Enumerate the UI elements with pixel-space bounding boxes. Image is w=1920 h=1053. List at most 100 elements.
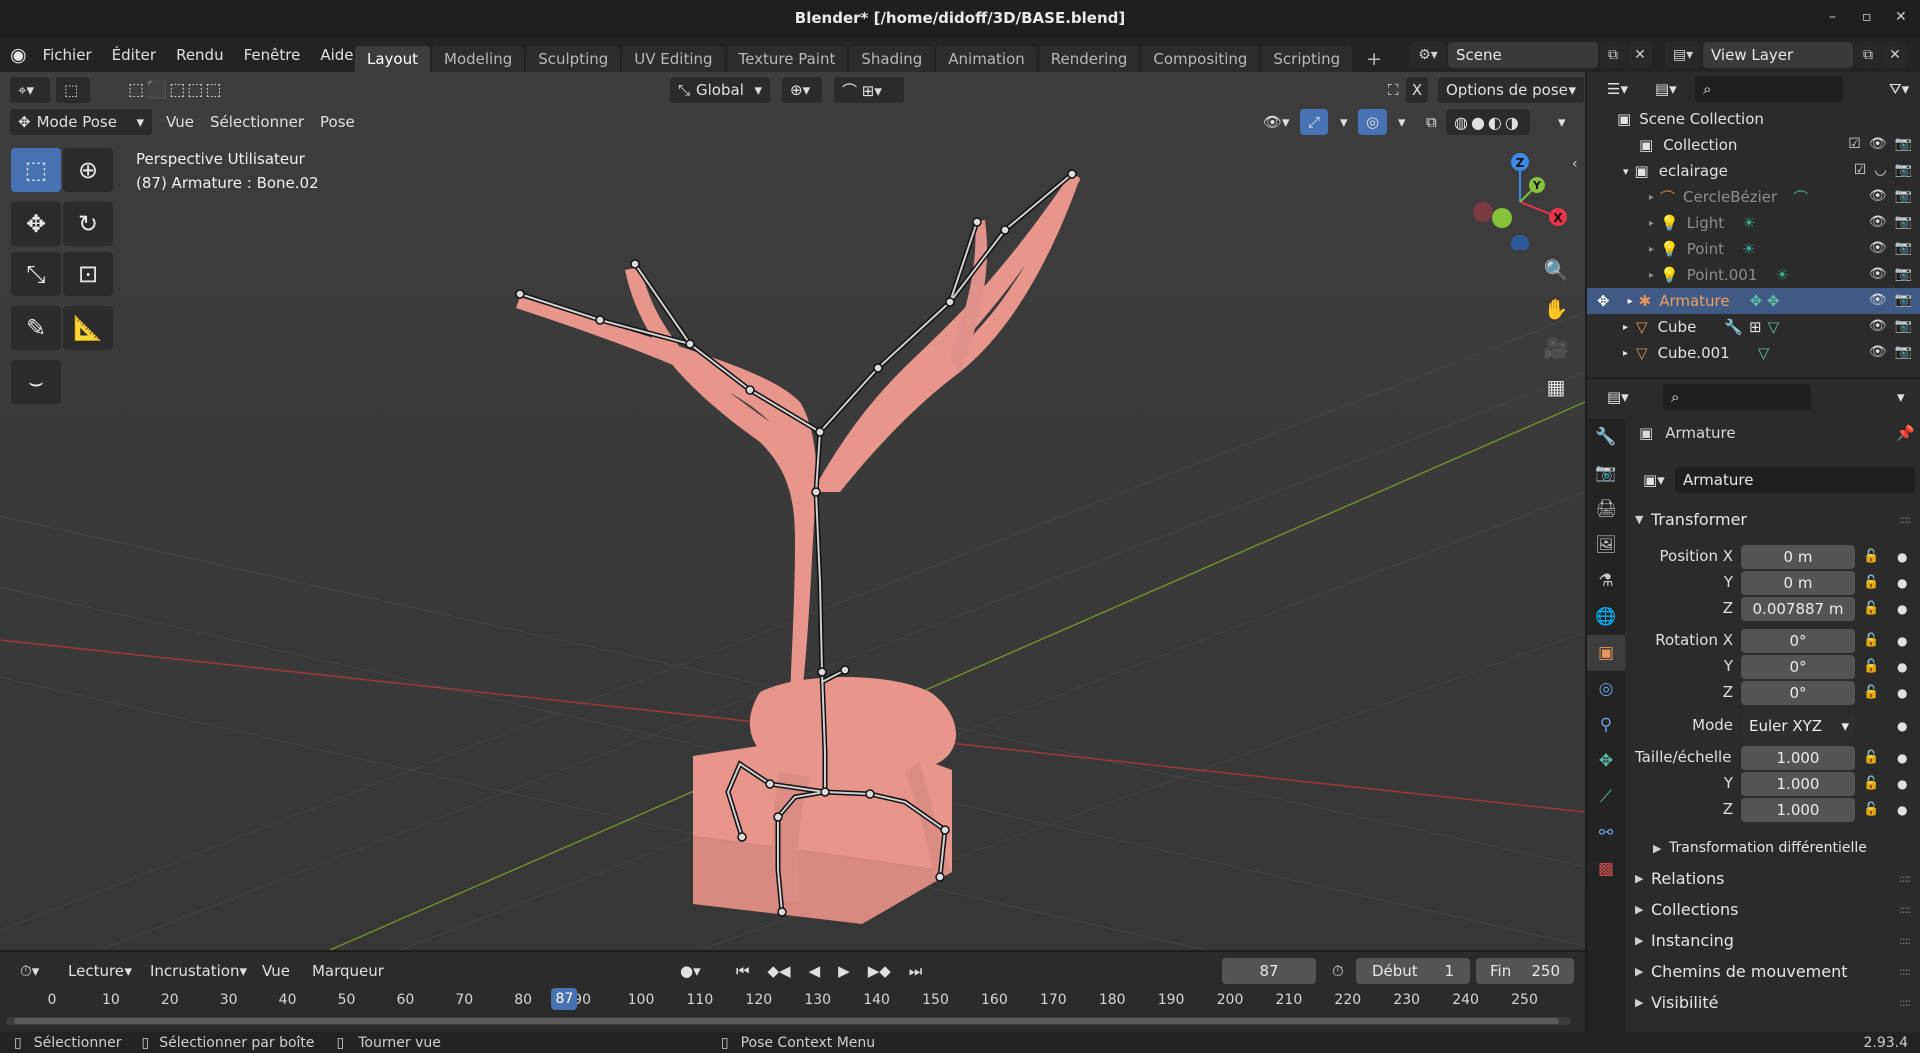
outliner-item-point[interactable]: ▸ 💡 Point ☀ 👁 📷 [1587,236,1920,262]
camera-render-icon[interactable]: 📷 [1895,162,1912,178]
light-data-icon[interactable]: ☀ [1775,266,1788,284]
lock-icon[interactable]: 🔓 [1863,659,1879,674]
tab-animation[interactable]: Animation [936,46,1037,72]
properties-options-icon[interactable]: ▾ [1889,384,1919,410]
camera-render-icon[interactable]: 📷 [1895,240,1912,256]
outliner-item-cube-001[interactable]: ▸ ▽ Cube.001 ▽ 👁 📷 [1587,340,1920,366]
position-z-field[interactable]: 0.007887 m [1741,597,1855,621]
keyframe-dot-icon[interactable]: ● [1897,777,1907,791]
scale-tool-icon[interactable]: ⤡ [11,252,61,296]
drag-handle-icon[interactable]: :::: [1899,996,1911,1009]
drag-handle-icon[interactable]: :::: [1899,903,1911,916]
eye-icon[interactable]: 👁 [1869,214,1887,230]
viewport-scene[interactable] [0,72,1585,950]
sidebar-toggle-icon[interactable]: ‹ [1572,156,1578,172]
scene-copy-icon[interactable]: ⧉ [1600,42,1626,68]
chevron-right-icon[interactable]: ▸ [1649,270,1654,281]
annotate-tool-icon[interactable]: ✎ [11,306,61,350]
lock-icon[interactable]: 🔓 [1863,549,1879,564]
zoom-icon[interactable]: 🔍 [1538,252,1574,288]
lock-icon[interactable]: 🔓 [1863,575,1879,590]
camera-render-icon[interactable]: 📷 [1895,318,1912,334]
chevron-right-icon[interactable]: ▸ [1649,192,1654,203]
scene-delete-icon[interactable]: ✕ [1628,42,1652,68]
rotation-z-field[interactable]: 0° [1741,681,1855,705]
pin-icon[interactable]: 📌 [1896,424,1915,442]
eye-icon[interactable]: 👁 [1869,266,1887,282]
light-data-icon[interactable]: ☀ [1742,240,1755,258]
outliner-editor[interactable]: ☰▾ ▤▾ ⌕ ⛛▾ ▣ Scene Collection ▣ Collecti… [1587,72,1920,377]
mesh-data-icon[interactable]: ▽ [1768,318,1780,336]
pose-mode-icon[interactable]: ✥ [1597,292,1610,310]
tab-scripting[interactable]: Scripting [1261,46,1353,72]
overlays-toggle-icon[interactable]: ◎ [1358,109,1388,135]
view-layer-browse-icon[interactable]: ▤▾ [1665,42,1701,68]
checkbox-icon[interactable]: ☑ [1848,136,1861,152]
vertex-groups-icon[interactable]: ⊞ [1749,318,1762,336]
eye-icon[interactable]: 👁 [1869,318,1887,334]
keyframe-dot-icon[interactable]: ● [1897,660,1907,674]
eye-icon[interactable]: 👁 [1869,292,1887,308]
xray-armature-icon[interactable]: ⛶ [1380,77,1407,103]
menu-vue[interactable]: Vue [158,109,202,135]
view-layer-delete-icon[interactable]: ✕ [1883,42,1907,68]
keyframe-dot-icon[interactable]: ● [1897,719,1907,733]
rotate-tool-icon[interactable]: ↻ [63,202,113,246]
view-layer-tab-icon[interactable]: 🖼 [1587,527,1625,563]
position-y-field[interactable]: 0 m [1741,571,1855,595]
menu-editer[interactable]: Éditer [102,38,166,72]
panel-motion-paths-header[interactable]: ▶ Chemins de mouvement [1635,957,1848,985]
outliner-editor-type-icon[interactable]: ☰▾ [1599,76,1639,102]
lock-icon[interactable]: 🔓 [1863,685,1879,700]
shading-modes[interactable]: ◍●◐◑ [1446,109,1530,135]
outliner-item-collection[interactable]: ▣ Collection ☑ 👁 📷 [1587,132,1920,158]
chevron-down-icon[interactable]: ▾ [1623,165,1629,178]
tool-tab-icon[interactable]: 🔧 [1587,419,1625,455]
scale-z-field[interactable]: 1.000 [1741,798,1855,822]
drag-handle-icon[interactable]: :::: [1899,513,1911,526]
rotation-mode-dropdown[interactable]: Euler XYZ ▾ [1741,714,1855,738]
chevron-right-icon[interactable]: ▸ [1623,322,1628,333]
select-box-modes-icon[interactable]: ⬚⬛⬚⬚⬚ [120,77,231,103]
tab-modeling[interactable]: Modeling [432,46,525,72]
outliner-item-cerclebezier[interactable]: ▸ ⌒ CercleBézier ⌒ 👁 📷 [1587,184,1920,210]
pose-data-icon[interactable]: ✥ ✥ [1750,292,1780,310]
camera-render-icon[interactable]: 📷 [1895,188,1912,204]
eye-icon[interactable]: 👁 [1869,188,1887,204]
visibility-icon[interactable]: 👁▾ [1255,109,1298,135]
outliner-search-input[interactable]: ⌕ [1695,76,1843,102]
panel-relations-header[interactable]: ▶ Relations [1635,864,1724,892]
eye-icon[interactable]: 👁 [1869,136,1887,152]
editor-type-icon[interactable]: ⌖▾ [10,77,50,103]
lock-icon[interactable]: 🔓 [1863,633,1879,648]
keyframe-dot-icon[interactable]: ● [1897,602,1907,616]
scale-x-field[interactable]: 1.000 [1741,746,1855,770]
render-tab-icon[interactable]: 📷 [1587,455,1625,491]
keyframe-dot-icon[interactable]: ● [1897,751,1907,765]
minimize-button[interactable]: – [1829,9,1836,25]
menu-pose[interactable]: Pose [312,109,363,135]
rotation-y-field[interactable]: 0° [1741,655,1855,679]
blender-logo-icon[interactable]: ◉ [10,44,27,66]
object-browse-icon[interactable]: ▣▾ [1635,467,1671,493]
chevron-down-icon[interactable]: ▾ [1390,109,1414,135]
eye-hidden-icon[interactable]: ◡ [1874,162,1886,178]
select-mode-icon[interactable]: ⬚ [56,77,90,103]
properties-editor-type-icon[interactable]: ▤▾ [1599,384,1639,410]
eye-icon[interactable]: 👁 [1869,240,1887,256]
scene-browse-icon[interactable]: ⚙▾ [1410,42,1446,68]
position-x-field[interactable]: 0 m [1741,545,1855,569]
pan-hand-icon[interactable]: ✋ [1538,291,1574,327]
lock-icon[interactable]: 🔓 [1863,750,1879,765]
panel-collections-header[interactable]: ▶ Collections [1635,895,1738,923]
view-layer-name-field[interactable]: View Layer [1703,42,1853,68]
modifier-wrench-icon[interactable]: 🔧 [1724,318,1743,336]
keyframe-dot-icon[interactable]: ● [1897,550,1907,564]
outliner-scene-collection[interactable]: ▣ Scene Collection [1587,106,1920,132]
transform-orientation-dropdown[interactable]: ⤡ Global ▾ [670,77,770,103]
chevron-down-icon[interactable]: ▾ [1550,109,1574,135]
subpanel-delta-header[interactable]: ▶ Transformation différentielle [1653,834,1867,862]
output-tab-icon[interactable]: 🖨 [1587,491,1625,527]
transform-tool-icon[interactable]: ⊡ [63,252,113,296]
lock-icon[interactable]: 🔓 [1863,601,1879,616]
